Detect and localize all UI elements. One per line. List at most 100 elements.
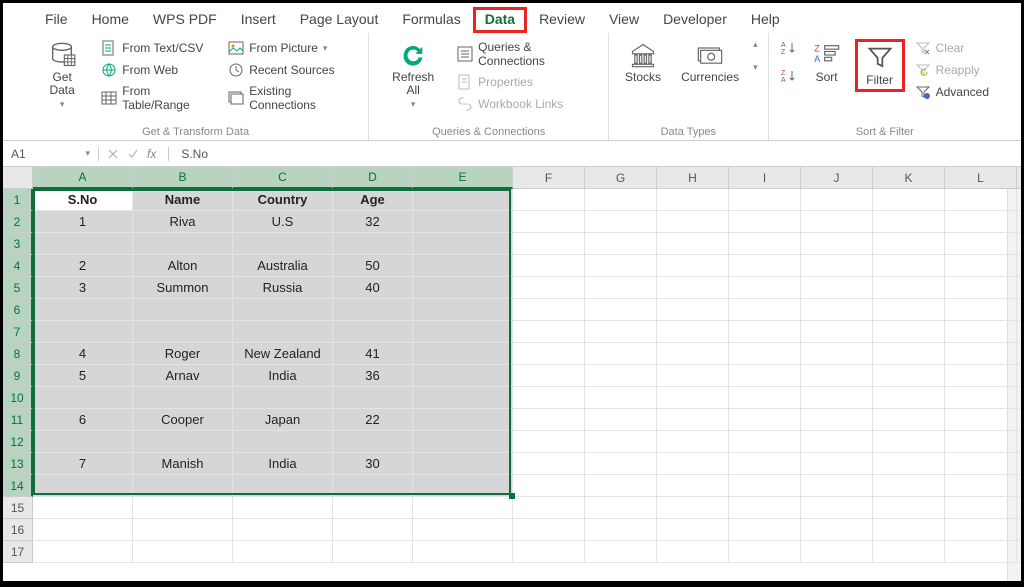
cell-L12[interactable] bbox=[945, 431, 1017, 453]
cell-F7[interactable] bbox=[513, 321, 585, 343]
cell-H15[interactable] bbox=[657, 497, 729, 519]
cell-J7[interactable] bbox=[801, 321, 873, 343]
cell-G1[interactable] bbox=[585, 189, 657, 211]
cell-F6[interactable] bbox=[513, 299, 585, 321]
sort-button[interactable]: ZA Sort bbox=[807, 39, 847, 86]
cell-B16[interactable] bbox=[133, 519, 233, 541]
cell-L14[interactable] bbox=[945, 475, 1017, 497]
advanced-button[interactable]: Advanced bbox=[913, 83, 991, 101]
cell-H16[interactable] bbox=[657, 519, 729, 541]
cell-M8[interactable] bbox=[1017, 343, 1021, 365]
cell-J1[interactable] bbox=[801, 189, 873, 211]
col-header-E[interactable]: E bbox=[413, 167, 513, 189]
cell-M6[interactable] bbox=[1017, 299, 1021, 321]
cell-G13[interactable] bbox=[585, 453, 657, 475]
tab-insert[interactable]: Insert bbox=[229, 7, 288, 33]
cell-K16[interactable] bbox=[873, 519, 945, 541]
cell-D12[interactable] bbox=[333, 431, 413, 453]
cell-A16[interactable] bbox=[33, 519, 133, 541]
cell-H12[interactable] bbox=[657, 431, 729, 453]
sort-desc-button[interactable]: ZA bbox=[779, 67, 799, 85]
cell-G12[interactable] bbox=[585, 431, 657, 453]
cell-A14[interactable] bbox=[33, 475, 133, 497]
cell-A6[interactable] bbox=[33, 299, 133, 321]
cell-A3[interactable] bbox=[33, 233, 133, 255]
cell-C1[interactable]: Country bbox=[233, 189, 333, 211]
cell-D14[interactable] bbox=[333, 475, 413, 497]
col-header-J[interactable]: J bbox=[801, 167, 873, 189]
cell-G2[interactable] bbox=[585, 211, 657, 233]
cell-C7[interactable] bbox=[233, 321, 333, 343]
cell-A4[interactable]: 2 bbox=[33, 255, 133, 277]
cell-E13[interactable] bbox=[413, 453, 513, 475]
cell-C8[interactable]: New Zealand bbox=[233, 343, 333, 365]
cell-H9[interactable] bbox=[657, 365, 729, 387]
cell-I5[interactable] bbox=[729, 277, 801, 299]
cell-I6[interactable] bbox=[729, 299, 801, 321]
cell-M4[interactable] bbox=[1017, 255, 1021, 277]
cell-M9[interactable] bbox=[1017, 365, 1021, 387]
cell-B1[interactable]: Name bbox=[133, 189, 233, 211]
row-header-9[interactable]: 9 bbox=[3, 365, 33, 387]
row-header-10[interactable]: 10 bbox=[3, 387, 33, 409]
currencies-button[interactable]: Currencies bbox=[675, 39, 745, 86]
cell-I16[interactable] bbox=[729, 519, 801, 541]
cell-K9[interactable] bbox=[873, 365, 945, 387]
cell-J15[interactable] bbox=[801, 497, 873, 519]
row-header-11[interactable]: 11 bbox=[3, 409, 33, 431]
cell-G3[interactable] bbox=[585, 233, 657, 255]
cell-B12[interactable] bbox=[133, 431, 233, 453]
col-header-I[interactable]: I bbox=[729, 167, 801, 189]
cell-M12[interactable] bbox=[1017, 431, 1021, 453]
cell-F11[interactable] bbox=[513, 409, 585, 431]
cell-H2[interactable] bbox=[657, 211, 729, 233]
row-header-6[interactable]: 6 bbox=[3, 299, 33, 321]
cell-E14[interactable] bbox=[413, 475, 513, 497]
recent-sources-button[interactable]: Recent Sources bbox=[226, 61, 358, 79]
from-table-range-button[interactable]: From Table/Range bbox=[99, 83, 218, 113]
cell-E5[interactable] bbox=[413, 277, 513, 299]
col-header-H[interactable]: H bbox=[657, 167, 729, 189]
cell-A9[interactable]: 5 bbox=[33, 365, 133, 387]
cell-C12[interactable] bbox=[233, 431, 333, 453]
cell-A1[interactable]: S.No bbox=[33, 189, 133, 211]
from-web-button[interactable]: From Web bbox=[99, 61, 218, 79]
filter-button[interactable]: Filter bbox=[855, 39, 905, 92]
cell-I14[interactable] bbox=[729, 475, 801, 497]
cell-E10[interactable] bbox=[413, 387, 513, 409]
cell-L2[interactable] bbox=[945, 211, 1017, 233]
cell-M2[interactable] bbox=[1017, 211, 1021, 233]
cell-B10[interactable] bbox=[133, 387, 233, 409]
cell-A5[interactable]: 3 bbox=[33, 277, 133, 299]
cell-C15[interactable] bbox=[233, 497, 333, 519]
check-icon[interactable] bbox=[127, 148, 139, 160]
cell-G10[interactable] bbox=[585, 387, 657, 409]
cell-B11[interactable]: Cooper bbox=[133, 409, 233, 431]
cell-M3[interactable] bbox=[1017, 233, 1021, 255]
cell-K4[interactable] bbox=[873, 255, 945, 277]
name-box[interactable]: A1 ▾ bbox=[3, 147, 99, 161]
cell-H7[interactable] bbox=[657, 321, 729, 343]
cell-F2[interactable] bbox=[513, 211, 585, 233]
tab-file[interactable]: File bbox=[33, 7, 80, 33]
cell-M7[interactable] bbox=[1017, 321, 1021, 343]
cell-K11[interactable] bbox=[873, 409, 945, 431]
cell-L13[interactable] bbox=[945, 453, 1017, 475]
get-data-button[interactable]: Get Data ▾ bbox=[33, 39, 91, 112]
cell-H11[interactable] bbox=[657, 409, 729, 431]
cell-D1[interactable]: Age bbox=[333, 189, 413, 211]
row-header-17[interactable]: 17 bbox=[3, 541, 33, 563]
cell-D10[interactable] bbox=[333, 387, 413, 409]
cell-C16[interactable] bbox=[233, 519, 333, 541]
cell-B6[interactable] bbox=[133, 299, 233, 321]
fx-icon[interactable]: fx bbox=[147, 147, 156, 161]
cell-D8[interactable]: 41 bbox=[333, 343, 413, 365]
row-header-2[interactable]: 2 bbox=[3, 211, 33, 233]
cell-M5[interactable] bbox=[1017, 277, 1021, 299]
cell-L10[interactable] bbox=[945, 387, 1017, 409]
cell-G8[interactable] bbox=[585, 343, 657, 365]
cell-A7[interactable] bbox=[33, 321, 133, 343]
cell-K15[interactable] bbox=[873, 497, 945, 519]
cell-B15[interactable] bbox=[133, 497, 233, 519]
cell-K1[interactable] bbox=[873, 189, 945, 211]
